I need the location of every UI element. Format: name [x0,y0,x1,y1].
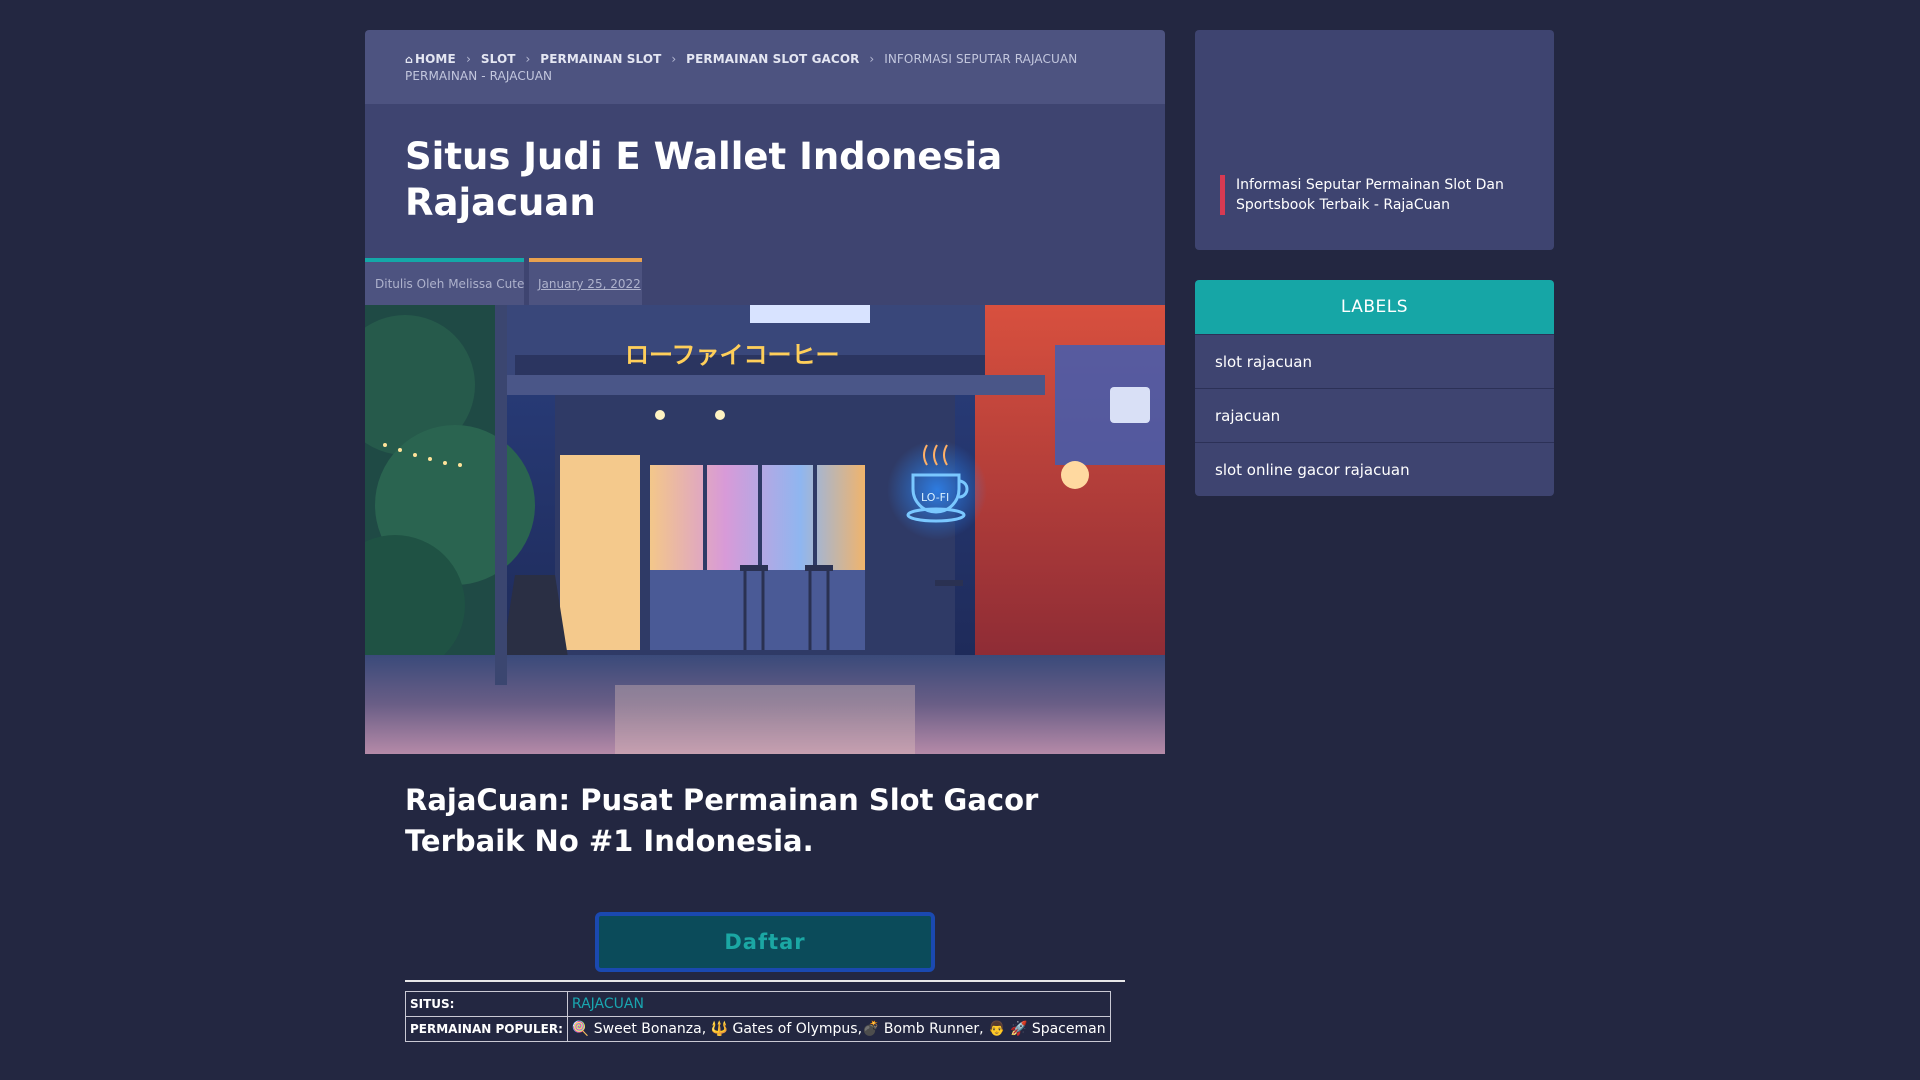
table-row: SITUS: RAJACUAN [405,991,1111,1017]
label-item-rajacuan[interactable]: rajacuan [1195,388,1554,442]
table-value: RAJACUAN [566,991,1111,1017]
table-value: 🍭 Sweet Bonanza, 🔱 Gates of Olympus,💣 Bo… [566,1016,1111,1042]
table-key: PERMAINAN POPULER: [405,1016,568,1042]
label-item-slot-online-gacor-rajacuan[interactable]: slot online gacor rajacuan [1195,442,1554,496]
sidebar: Informasi Seputar Permainan Slot Dan Spo… [1195,30,1554,496]
site-link[interactable]: RAJACUAN [572,996,644,1012]
labels-header: LABELS [1195,280,1554,334]
labels-widget: LABELS slot rajacuan rajacuan slot onlin… [1195,280,1554,496]
table-row: PERMAINAN POPULER: 🍭 Sweet Bonanza, 🔱 Ga… [405,1016,1111,1042]
daftar-button[interactable]: Daftar [595,912,935,972]
page: ⌂ HOME › SLOT › PERMAINAN SLOT › PERMAINA… [0,0,1920,1080]
post-body: RajaCuan: Pusat Permainan Slot Gacor Ter… [365,0,1165,1080]
info-table: SITUS: RAJACUAN PERMAINAN POPULER: 🍭 Swe… [405,991,1111,1042]
popular-post-link[interactable]: Informasi Seputar Permainan Slot Dan Spo… [1220,175,1536,215]
popular-posts-widget: Informasi Seputar Permainan Slot Dan Spo… [1195,30,1554,250]
divider [405,980,1125,982]
content-heading: RajaCuan: Pusat Permainan Slot Gacor Ter… [405,783,1039,858]
label-item-slot-rajacuan[interactable]: slot rajacuan [1195,334,1554,388]
table-key: SITUS: [405,991,568,1017]
